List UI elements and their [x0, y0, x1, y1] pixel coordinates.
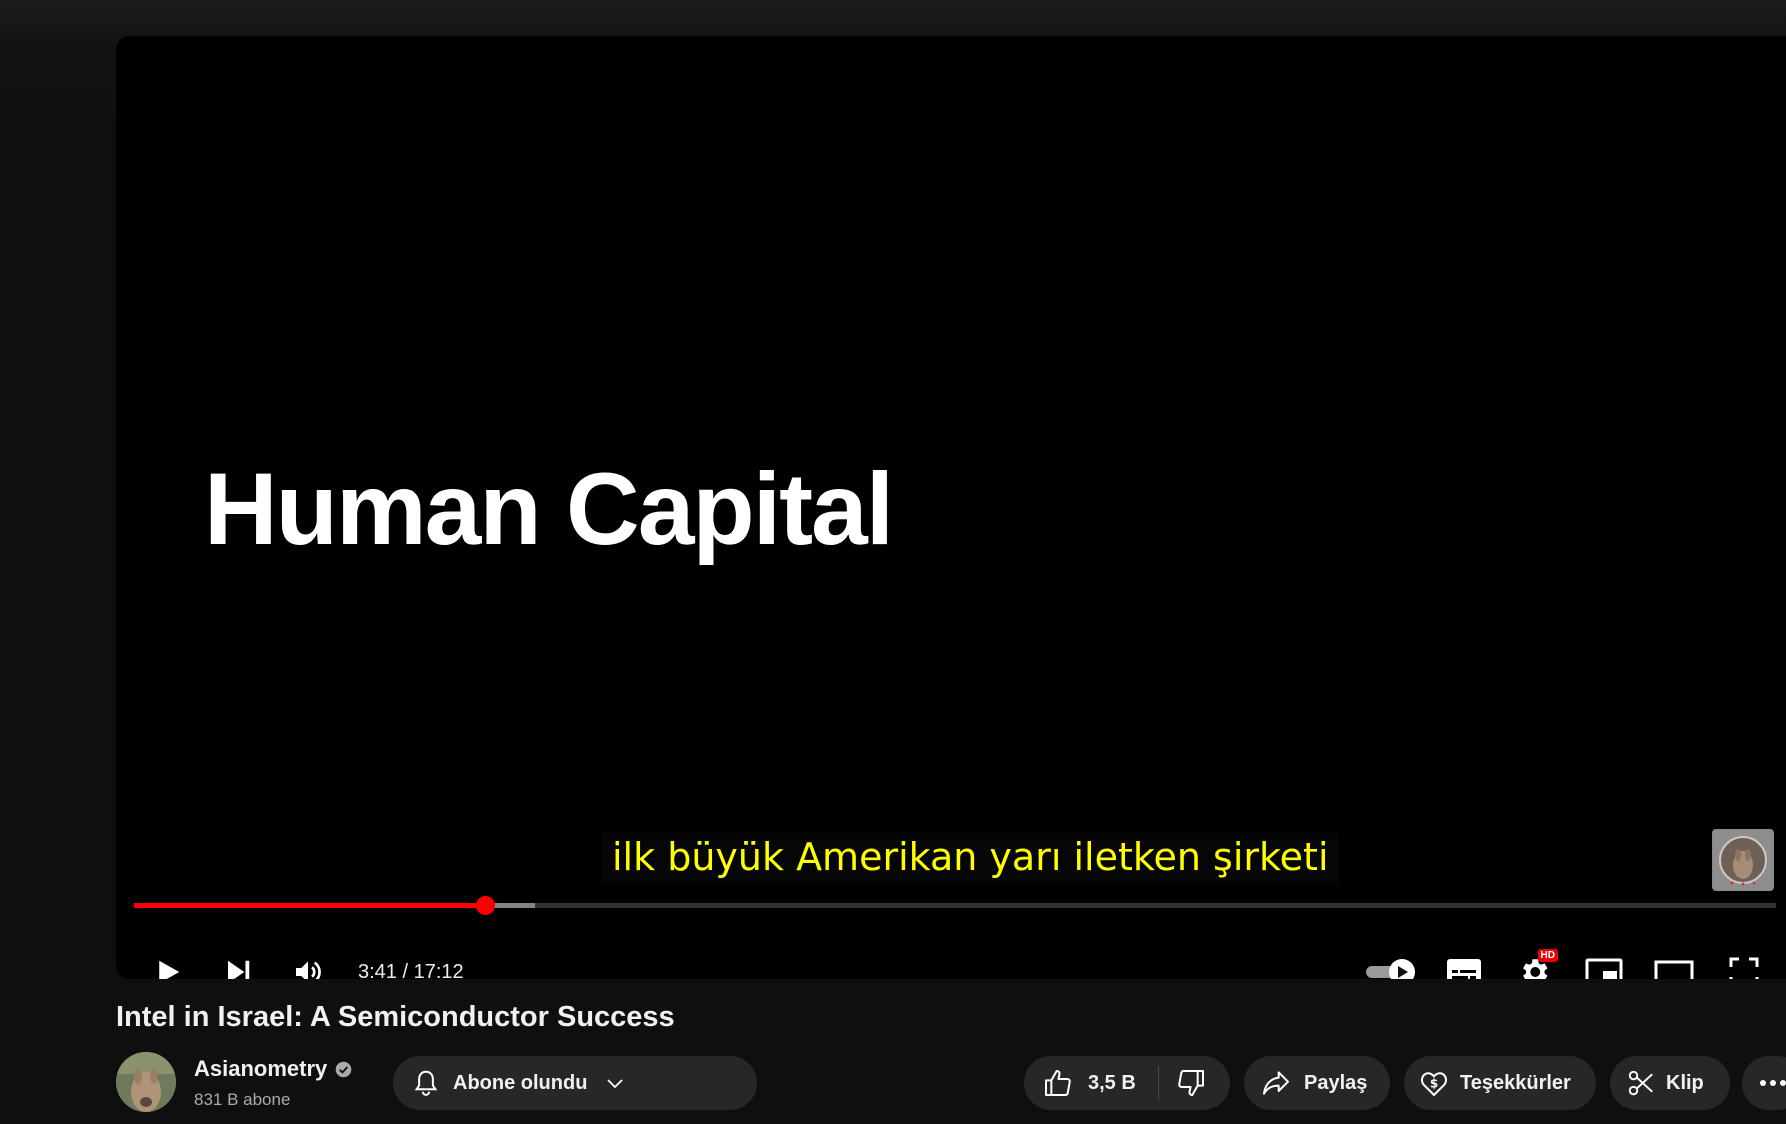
subscribe-label: Abone olundu	[453, 1071, 588, 1094]
progress-bar[interactable]	[134, 896, 1776, 915]
like-count: 3,5 B	[1088, 1071, 1136, 1094]
progress-played	[134, 903, 486, 908]
theater-mode-icon	[1654, 960, 1694, 979]
subtitle-caption: ilk büyük Amerikan yarı iletken şirketi	[602, 833, 1339, 883]
next-button[interactable]	[214, 949, 262, 979]
share-button[interactable]: Paylaş	[1244, 1056, 1390, 1110]
time-display: 3:41 / 17:12	[358, 961, 464, 980]
share-label: Paylaş	[1304, 1071, 1368, 1094]
share-icon	[1260, 1067, 1292, 1099]
channel-name[interactable]: Asianometry	[194, 1056, 352, 1082]
video-player[interactable]: Human Capital ilk büyük Amerikan yarı il…	[116, 36, 1786, 979]
clip-label: Klip	[1666, 1071, 1704, 1094]
dislike-button[interactable]	[1175, 1067, 1207, 1099]
video-title: Intel in Israel: A Semiconductor Success	[116, 1001, 675, 1033]
play-icon	[159, 960, 180, 979]
video-frame-text: Human Capital	[204, 452, 894, 566]
next-icon	[228, 960, 250, 979]
thanks-button[interactable]: $ Teşekkürler	[1404, 1056, 1596, 1110]
like-divider	[1157, 1066, 1159, 1100]
thumbs-down-icon	[1178, 1070, 1204, 1096]
subscribe-button[interactable]: Abone olundu	[393, 1056, 757, 1110]
bell-icon	[411, 1068, 441, 1098]
more-horizontal-icon	[1760, 1080, 1786, 1086]
watch-page: Human Capital ilk büyük Amerikan yarı il…	[0, 0, 1786, 1124]
volume-icon	[296, 961, 321, 979]
more-actions-button[interactable]	[1742, 1056, 1786, 1110]
channel-watermark[interactable]	[1712, 829, 1774, 891]
miniplayer-icon	[1585, 958, 1623, 979]
chevron-down-icon	[603, 1071, 627, 1095]
scissors-icon	[1626, 1068, 1656, 1098]
svg-text:$: $	[1430, 1077, 1438, 1091]
fullscreen-button[interactable]	[1720, 949, 1768, 979]
owner-row: Asianometry 831 B abone Abone olundu 3,5…	[116, 1050, 1786, 1116]
mute-button[interactable]	[284, 949, 332, 979]
miniplayer-button[interactable]	[1580, 949, 1628, 979]
subtitles-icon	[1447, 959, 1481, 979]
current-time: 3:41	[358, 960, 397, 980]
thanks-label: Teşekkürler	[1460, 1071, 1571, 1094]
like-dislike-group: 3,5 B	[1024, 1056, 1230, 1110]
fullscreen-icon	[1729, 957, 1759, 979]
clip-button[interactable]: Klip	[1610, 1056, 1730, 1110]
autoplay-toggle[interactable]	[1364, 949, 1418, 979]
settings-button[interactable]: HD	[1510, 949, 1558, 979]
autoplay-toggle-icon	[1366, 959, 1415, 979]
subscriber-count: 831 B abone	[194, 1090, 291, 1109]
channel-avatar[interactable]	[116, 1052, 176, 1112]
hd-badge: HD	[1537, 949, 1558, 962]
channel-name-text: Asianometry	[194, 1056, 328, 1081]
player-controls-right: HD	[1342, 949, 1768, 979]
theater-mode-button[interactable]	[1650, 949, 1698, 979]
subtitles-button[interactable]	[1440, 949, 1488, 979]
time-separator: /	[396, 960, 414, 980]
play-button[interactable]	[144, 949, 192, 979]
verified-badge-icon	[335, 1061, 352, 1077]
thumbs-up-icon	[1042, 1067, 1074, 1099]
like-button[interactable]: 3,5 B	[1024, 1056, 1136, 1110]
player-controls-left: 3:41 / 17:12	[144, 949, 464, 979]
duration: 17:12	[413, 960, 464, 980]
heart-dollar-icon: $	[1418, 1067, 1450, 1099]
